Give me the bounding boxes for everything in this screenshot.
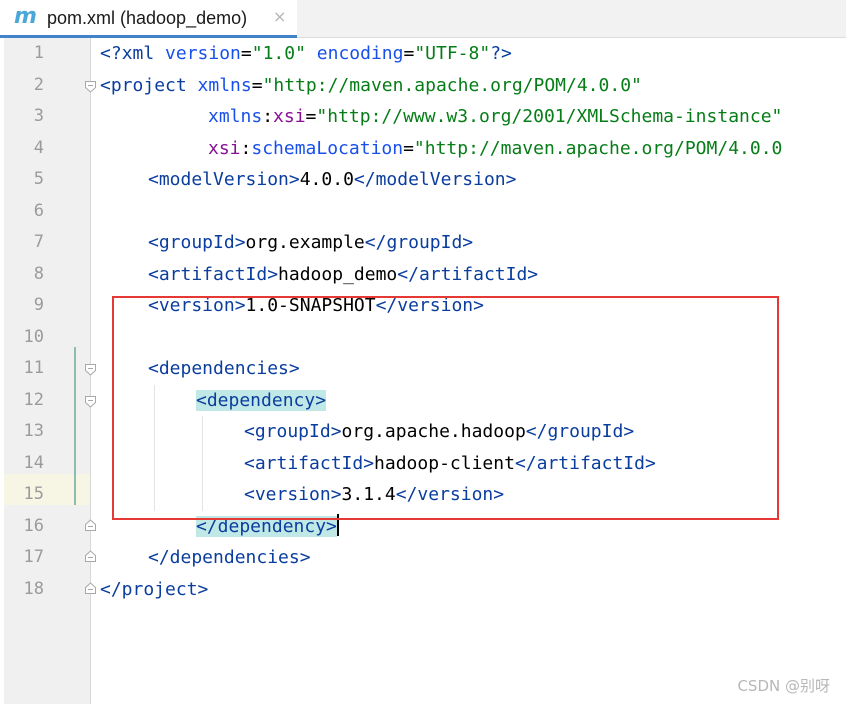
line-number: 10 <box>23 327 44 347</box>
line-number: 3 <box>33 106 44 126</box>
code-line-4[interactable]: xsi:schemaLocation="http://maven.apache.… <box>208 133 782 164</box>
line-number: 18 <box>23 579 44 599</box>
code-line-1[interactable]: <?xml version="1.0" encoding="UTF-8"?> <box>100 38 512 69</box>
line-number: 5 <box>33 169 44 189</box>
fold-close-icon[interactable] <box>84 550 97 563</box>
fold-open-icon[interactable] <box>84 395 97 408</box>
code-line-7[interactable]: <groupId>org.example</groupId> <box>148 227 473 258</box>
watermark: CSDN @别呀 <box>737 677 830 695</box>
code-line-18[interactable]: </project> <box>100 574 208 605</box>
code-line-3[interactable]: xmlns:xsi="http://www.w3.org/2001/XMLSch… <box>208 101 782 132</box>
line-number: 6 <box>33 201 44 221</box>
fold-close-icon[interactable] <box>84 519 97 532</box>
line-number: 4 <box>33 138 44 158</box>
fold-close-icon[interactable] <box>84 582 97 595</box>
code-line-5[interactable]: <modelVersion>4.0.0</modelVersion> <box>148 164 516 195</box>
line-number: 14 <box>23 453 44 473</box>
line-number: 2 <box>33 75 44 95</box>
line-number: 12 <box>23 390 44 410</box>
line-number: 1 <box>33 43 44 63</box>
fold-open-icon[interactable] <box>84 80 97 93</box>
close-icon[interactable]: × <box>273 7 286 26</box>
vcs-change-marker[interactable] <box>74 347 76 505</box>
line-number: 9 <box>33 295 44 315</box>
line-number: 15 <box>23 484 44 504</box>
maven-m-icon: m <box>14 4 37 29</box>
fold-open-icon[interactable] <box>84 363 97 376</box>
code-line-2[interactable]: <project xmlns="http://maven.apache.org/… <box>100 70 642 101</box>
line-number: 7 <box>33 232 44 252</box>
line-number: 8 <box>33 264 44 284</box>
line-number: 13 <box>23 421 44 441</box>
code-line-8[interactable]: <artifactId>hadoop_demo</artifactId> <box>148 259 538 290</box>
line-number: 11 <box>23 358 44 378</box>
editor-tab-bar: m pom.xml (hadoop_demo) × <box>0 0 846 38</box>
line-number: 17 <box>23 547 44 567</box>
code-line-17[interactable]: </dependencies> <box>148 542 311 573</box>
tab-title: pom.xml (hadoop_demo) <box>47 8 248 28</box>
line-number: 16 <box>23 516 44 536</box>
tab-pom-xml[interactable]: m pom.xml (hadoop_demo) × <box>0 0 297 38</box>
annotation-highlight-box <box>112 296 779 520</box>
